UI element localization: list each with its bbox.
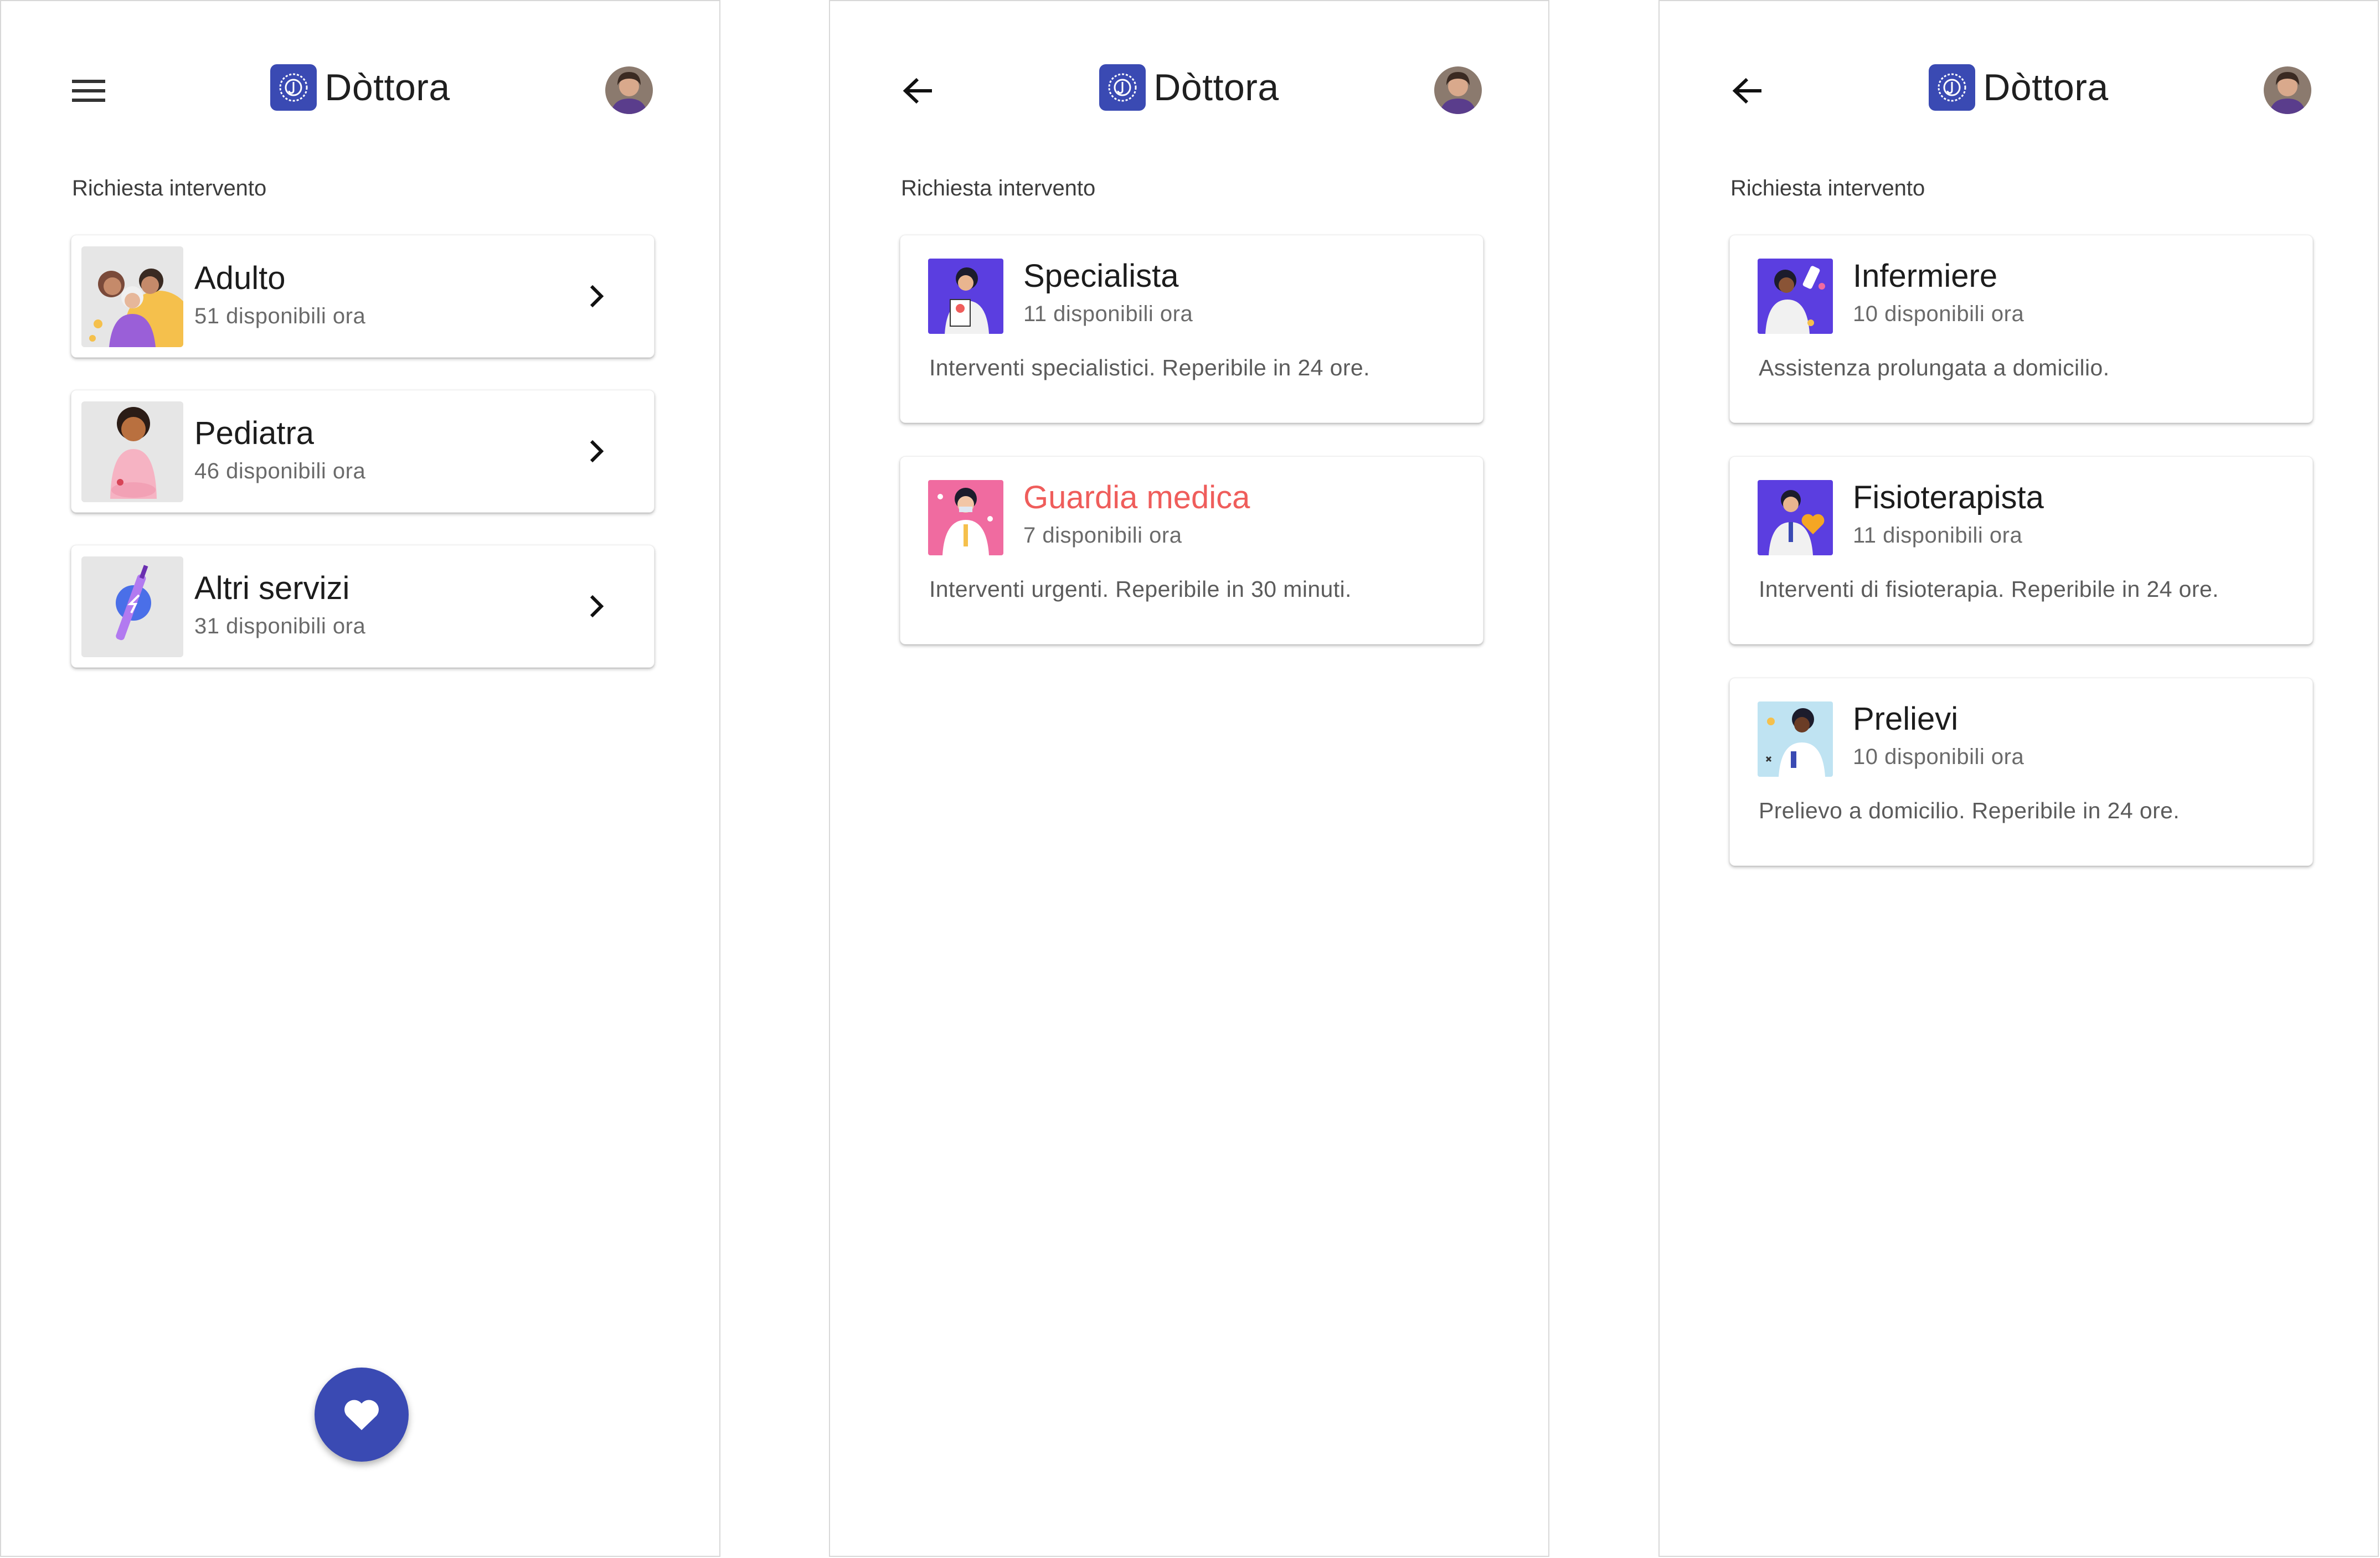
card-title: Specialista [1023, 258, 1179, 294]
screen-adulto: Dòttora Richiesta intervento Specialista… [829, 0, 1549, 1557]
card-title: Fisioterapista [1853, 479, 2044, 515]
availability-count: 7 disponibili ora [1023, 523, 1182, 548]
app-name: Dòttora [1983, 66, 2109, 109]
avatar[interactable] [1434, 66, 1482, 114]
card-title: Guardia medica [1023, 479, 1250, 515]
blood-test-illustration [1758, 701, 1833, 777]
availability-count: 11 disponibili ora [1023, 302, 1193, 326]
card-title: Altri servizi [194, 570, 350, 606]
service-card-fisioterapista[interactable]: Fisioterapista 11 disponibili ora Interv… [1729, 456, 2313, 644]
app-bar: Dòttora [1, 56, 719, 125]
screen-home: Dòttora Richiesta intervento Adulto 51 d… [0, 0, 720, 1557]
card-description: Assistenza prolungata a domicilio. [1759, 355, 2110, 380]
service-card-prelievi[interactable]: Prelievi 10 disponibili ora Prelievo a d… [1729, 678, 2313, 866]
section-title: Richiesta intervento [1730, 176, 1925, 200]
category-card-adulto[interactable]: Adulto 51 disponibili ora [71, 235, 655, 358]
card-title: Pediatra [194, 415, 315, 451]
availability-count: 11 disponibili ora [1853, 523, 2023, 548]
favorites-fab[interactable] [315, 1368, 409, 1462]
avatar[interactable] [2264, 66, 2311, 114]
child-illustration [81, 401, 183, 502]
syringe-illustration [81, 556, 183, 657]
app-bar: Dòttora [830, 56, 1548, 125]
card-title: Infermiere [1853, 258, 1998, 294]
screen-altri-servizi: Dòttora Richiesta intervento Infermiere … [1658, 0, 2379, 1557]
section-title: Richiesta intervento [72, 176, 267, 200]
category-card-pediatra[interactable]: Pediatra 46 disponibili ora [71, 390, 655, 513]
card-title: Prelievi [1853, 701, 1959, 737]
app-name: Dòttora [1153, 66, 1279, 109]
availability-count: 10 disponibili ora [1853, 302, 2024, 326]
physio-illustration [1758, 480, 1833, 555]
chevron-right-icon [578, 277, 615, 315]
family-illustration [81, 246, 183, 347]
emergency-doctor-illustration [928, 480, 1003, 555]
chevron-right-icon [578, 432, 615, 470]
availability-count: 51 disponibili ora [194, 304, 366, 328]
nurse-illustration [1758, 259, 1833, 334]
specialist-illustration [928, 259, 1003, 334]
chevron-right-icon [578, 587, 615, 625]
section-title: Richiesta intervento [901, 176, 1096, 200]
app-logo-icon [1929, 64, 1976, 111]
heart-icon [344, 1400, 379, 1430]
card-description: Prelievo a domicilio. Reperibile in 24 o… [1759, 798, 2180, 823]
card-description: Interventi urgenti. Reperibile in 30 min… [929, 576, 1352, 602]
availability-count: 31 disponibili ora [194, 614, 366, 638]
availability-count: 46 disponibili ora [194, 459, 366, 483]
card-title: Adulto [194, 260, 286, 296]
app-logo-icon [270, 64, 317, 111]
app-name: Dòttora [324, 66, 450, 109]
service-card-guardia-medica[interactable]: Guardia medica 7 disponibili ora Interve… [900, 456, 1483, 644]
service-card-infermiere[interactable]: Infermiere 10 disponibili ora Assistenza… [1729, 235, 2313, 423]
card-description: Interventi specialistici. Reperibile in … [929, 355, 1370, 380]
service-card-specialista[interactable]: Specialista 11 disponibili ora Intervent… [900, 235, 1483, 423]
avatar[interactable] [605, 66, 653, 114]
card-description: Interventi di fisioterapia. Reperibile i… [1759, 576, 2219, 602]
category-card-altri-servizi[interactable]: Altri servizi 31 disponibili ora [71, 545, 655, 668]
app-logo-icon [1099, 64, 1146, 111]
availability-count: 10 disponibili ora [1853, 745, 2024, 769]
app-bar: Dòttora [1660, 56, 2378, 125]
